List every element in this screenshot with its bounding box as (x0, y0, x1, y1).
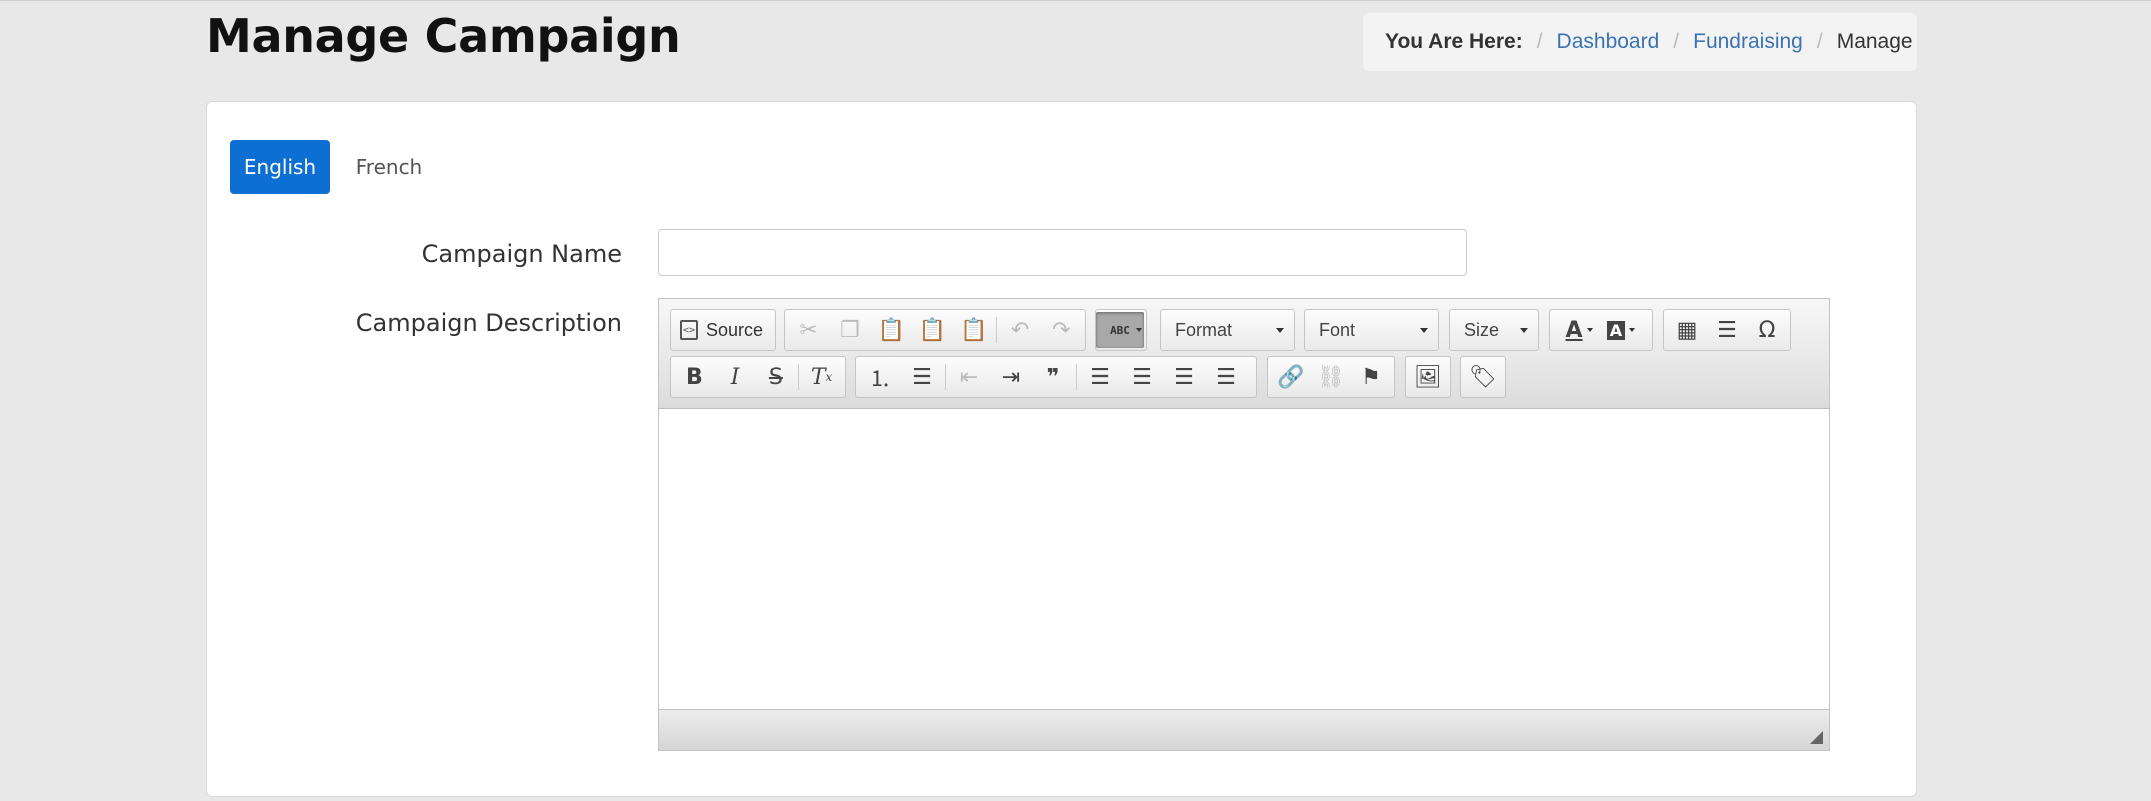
breadcrumb-label: You Are Here: (1385, 30, 1523, 53)
paste-text-icon[interactable]: 📋 (912, 312, 953, 348)
toolbar-group-links: 🔗 ⛓ ⚑ (1267, 356, 1395, 398)
toolbar-group-colors: A A (1549, 309, 1653, 351)
font-dropdown[interactable]: Font (1304, 309, 1439, 351)
campaign-description-label: Campaign Description (355, 309, 622, 337)
toolbar-group-clipboard: ✂ ❐ 📋 📋 📋 ↶ ↷ (784, 309, 1086, 351)
breadcrumb-link-fundraising[interactable]: Fundraising (1693, 30, 1803, 54)
unlink-icon[interactable]: ⛓ (1311, 359, 1351, 395)
toolbar-group-insert: ▦ ☰ Ω (1663, 309, 1791, 351)
spellcheck-icon[interactable]: ABC (1096, 312, 1144, 348)
text-color-icon[interactable]: A (1553, 312, 1595, 348)
paste-word-icon[interactable]: 📋 (953, 312, 994, 348)
cut-icon[interactable]: ✂ (788, 312, 829, 348)
toolbar-separator (1076, 364, 1077, 390)
toolbar-separator (945, 364, 946, 390)
editor-toolbar: <> Source ✂ ❐ 📋 📋 📋 ↶ ↷ ABC Format Font … (659, 299, 1829, 409)
breadcrumb-separator: / (1536, 30, 1543, 53)
image-icon[interactable]: 🖼 (1409, 359, 1447, 395)
background-color-icon[interactable]: A (1595, 312, 1637, 348)
source-icon: <> (680, 320, 698, 340)
chevron-down-icon (1520, 327, 1528, 333)
breadcrumb-separator: / (1816, 30, 1823, 53)
redo-icon[interactable]: ↷ (1041, 312, 1082, 348)
special-character-icon[interactable]: Ω (1747, 312, 1787, 348)
paste-icon[interactable]: 📋 (871, 312, 912, 348)
font-dropdown-label: Font (1319, 319, 1356, 340)
size-dropdown[interactable]: Size (1449, 309, 1539, 351)
indent-icon[interactable]: ⇥ (990, 359, 1032, 395)
rich-text-editor: <> Source ✂ ❐ 📋 📋 📋 ↶ ↷ ABC Format Font … (658, 298, 1830, 751)
toolbar-group-paragraph: ⒈ ☰ ⇤ ⇥ ❞ ☰ ☰ ☰ ☰ (855, 356, 1257, 398)
horizontal-line-icon[interactable]: ☰ (1707, 312, 1747, 348)
source-button[interactable]: <> Source (674, 312, 769, 348)
source-button-label: Source (706, 319, 764, 340)
outdent-icon[interactable]: ⇤ (948, 359, 990, 395)
format-dropdown[interactable]: Format (1160, 309, 1295, 351)
chevron-down-icon (1587, 328, 1593, 332)
bold-icon[interactable]: B (674, 359, 715, 395)
campaign-name-input[interactable] (658, 229, 1467, 276)
numbered-list-icon[interactable]: ⒈ (859, 359, 901, 395)
chevron-down-icon (1276, 327, 1284, 333)
italic-icon[interactable]: I (715, 359, 756, 395)
toolbar-separator (798, 364, 800, 390)
toolbar-group-spellcheck: ABC (1095, 309, 1147, 351)
toolbar-group-document: <> Source (670, 309, 776, 351)
campaign-form-card: English French Campaign Name Campaign De… (206, 101, 1917, 797)
editor-statusbar (659, 709, 1829, 750)
toolbar-group-basicstyles: B I S Tx (670, 356, 846, 398)
tab-french[interactable]: French (341, 140, 437, 194)
chevron-down-icon (1136, 328, 1142, 332)
align-justify-icon[interactable]: ☰ (1205, 359, 1247, 395)
tab-english[interactable]: English (230, 140, 330, 194)
remove-format-icon[interactable]: Tx (801, 359, 842, 395)
format-dropdown-label: Format (1175, 319, 1233, 340)
editor-content-area[interactable] (659, 409, 1829, 709)
undo-icon[interactable]: ↶ (999, 312, 1040, 348)
align-center-icon[interactable]: ☰ (1121, 359, 1163, 395)
chevron-down-icon (1420, 327, 1428, 333)
campaign-name-label: Campaign Name (421, 240, 622, 268)
page-title: Manage Campaign (206, 9, 681, 63)
chevron-down-icon (1629, 328, 1635, 332)
toolbar-separator (996, 317, 998, 343)
copy-icon[interactable]: ❐ (829, 312, 870, 348)
link-icon[interactable]: 🔗 (1271, 359, 1311, 395)
bulleted-list-icon[interactable]: ☰ (901, 359, 943, 395)
breadcrumb-link-dashboard[interactable]: Dashboard (1557, 30, 1660, 54)
align-left-icon[interactable]: ☰ (1079, 359, 1121, 395)
size-dropdown-label: Size (1464, 319, 1500, 340)
tag-icon[interactable]: 🏷 (1464, 359, 1502, 395)
blockquote-icon[interactable]: ❞ (1032, 359, 1074, 395)
breadcrumb-separator: / (1673, 30, 1680, 53)
breadcrumb: You Are Here: / Dashboard / Fundraising … (1363, 13, 1917, 71)
table-icon[interactable]: ▦ (1667, 312, 1707, 348)
anchor-flag-icon[interactable]: ⚑ (1351, 359, 1391, 395)
align-right-icon[interactable]: ☰ (1163, 359, 1205, 395)
toolbar-group-image: 🖼 (1405, 356, 1451, 398)
resize-grip-icon[interactable] (1810, 731, 1823, 744)
breadcrumb-current: Manage (1836, 30, 1913, 53)
toolbar-group-tags: 🏷 (1460, 356, 1506, 398)
strikethrough-icon[interactable]: S (756, 359, 797, 395)
